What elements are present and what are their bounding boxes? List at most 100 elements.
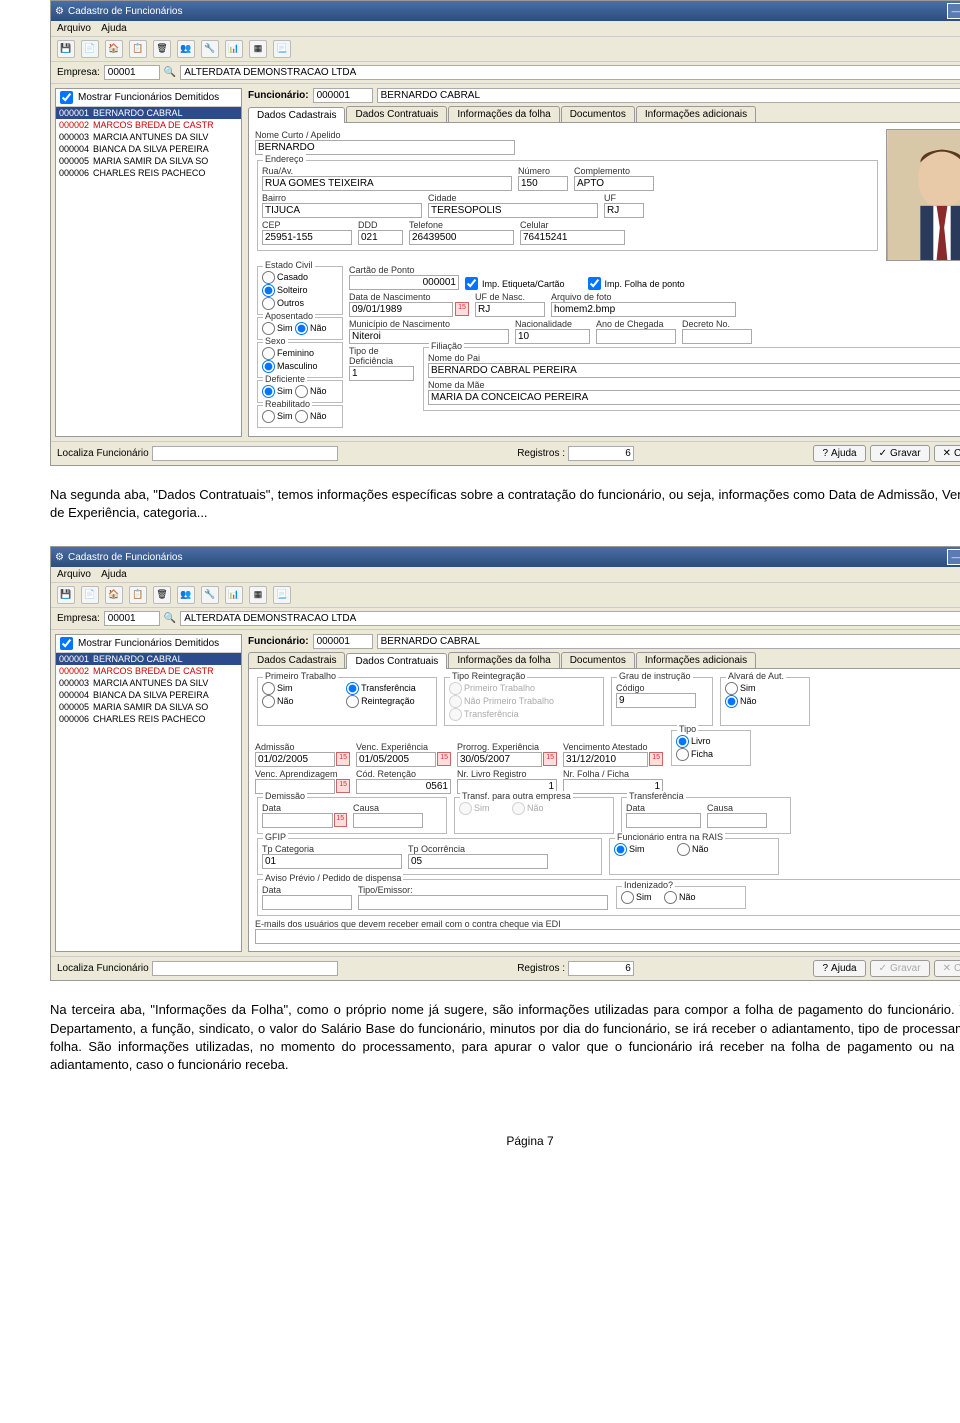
cartao-input[interactable] bbox=[349, 275, 459, 290]
compl-input[interactable] bbox=[574, 176, 654, 191]
empresa-code[interactable] bbox=[104, 611, 160, 626]
tab-cadastrais[interactable]: Dados Cadastrais bbox=[248, 652, 345, 668]
alv-sim-radio[interactable]: Sim bbox=[725, 682, 805, 695]
toolbar-copy-icon[interactable]: 📋 bbox=[129, 40, 147, 58]
apos-sim-radio[interactable]: Sim bbox=[262, 323, 293, 333]
employee-row[interactable]: 000003MARCIA ANTUNES DA SILV bbox=[56, 131, 241, 143]
calendar-icon[interactable]: 15 bbox=[455, 302, 469, 316]
uf-input[interactable] bbox=[604, 203, 644, 218]
employee-row[interactable]: 000002MARCOS BREDA DE CASTR bbox=[56, 665, 241, 677]
dem-data-input[interactable] bbox=[262, 813, 333, 828]
employee-row[interactable]: 000004BIANCA DA SILVA PEREIRA bbox=[56, 689, 241, 701]
tab-folha[interactable]: Informações da folha bbox=[448, 106, 559, 122]
minimize-button[interactable]: — bbox=[947, 3, 960, 19]
toolbar-grid-icon[interactable]: ▦ bbox=[249, 586, 267, 604]
ind-sim-radio[interactable]: Sim bbox=[621, 892, 652, 902]
tab-adicionais[interactable]: Informações adicionais bbox=[636, 106, 756, 122]
toolbar-tool1-icon[interactable]: 🔧 bbox=[201, 586, 219, 604]
mae-input[interactable] bbox=[428, 390, 960, 405]
calendar-icon[interactable]: 15 bbox=[543, 752, 557, 766]
vat-input[interactable] bbox=[563, 752, 648, 767]
prim-transf-radio[interactable]: Transferência bbox=[346, 682, 416, 695]
tpoco-input[interactable] bbox=[408, 854, 548, 869]
email-input[interactable] bbox=[255, 929, 960, 944]
tab-contratuais[interactable]: Dados Contratuais bbox=[346, 653, 447, 669]
toolbar-save-icon[interactable]: 💾 bbox=[57, 586, 75, 604]
rua-input[interactable] bbox=[262, 176, 512, 191]
cel-input[interactable] bbox=[520, 230, 625, 245]
tab-contratuais[interactable]: Dados Contratuais bbox=[346, 106, 447, 122]
toolbar-home-icon[interactable]: 🏠 bbox=[105, 40, 123, 58]
toolbar-copy-icon[interactable]: 📋 bbox=[129, 586, 147, 604]
prim-nao-radio[interactable]: Não bbox=[262, 695, 344, 708]
imp-folha-checkbox[interactable] bbox=[588, 277, 601, 290]
numero-input[interactable] bbox=[518, 176, 568, 191]
gravar-button[interactable]: ✓Gravar bbox=[870, 445, 930, 462]
pai-input[interactable] bbox=[428, 363, 960, 378]
adm-input[interactable] bbox=[255, 752, 335, 767]
cep-input[interactable] bbox=[262, 230, 352, 245]
func-code[interactable] bbox=[313, 88, 373, 103]
fem-radio[interactable]: Feminino bbox=[262, 347, 338, 360]
ano-input[interactable] bbox=[596, 329, 676, 344]
empresa-code[interactable] bbox=[104, 65, 160, 80]
outros-radio[interactable]: Outros bbox=[262, 297, 338, 310]
localiza-input[interactable] bbox=[152, 446, 338, 461]
tel-input[interactable] bbox=[409, 230, 514, 245]
tab-folha[interactable]: Informações da folha bbox=[448, 652, 559, 668]
show-fired-checkbox[interactable] bbox=[60, 91, 73, 104]
employee-row[interactable]: 000004BIANCA DA SILVA PEREIRA bbox=[56, 143, 241, 155]
tipoe-input[interactable] bbox=[358, 895, 608, 910]
employee-row[interactable]: 000003MARCIA ANTUNES DA SILV bbox=[56, 677, 241, 689]
toolbar-tool2-icon[interactable]: 📊 bbox=[225, 40, 243, 58]
menu-file[interactable]: Arquivo bbox=[57, 569, 91, 580]
def-nao-radio[interactable]: Não bbox=[295, 386, 327, 396]
calendar-icon[interactable]: 15 bbox=[334, 813, 347, 827]
rais-nao-radio[interactable]: Não bbox=[677, 844, 709, 854]
casado-radio[interactable]: Casado bbox=[262, 271, 338, 284]
calendar-icon[interactable]: 15 bbox=[437, 752, 451, 766]
reab-sim-radio[interactable]: Sim bbox=[262, 411, 293, 421]
toolbar-home-icon[interactable]: 🏠 bbox=[105, 586, 123, 604]
nac-input[interactable] bbox=[515, 329, 590, 344]
func-name[interactable] bbox=[377, 634, 960, 649]
toolbar-save-icon[interactable]: 💾 bbox=[57, 40, 75, 58]
ind-nao-radio[interactable]: Não bbox=[664, 892, 696, 902]
tab-documentos[interactable]: Documentos bbox=[561, 106, 635, 122]
ddd-input[interactable] bbox=[358, 230, 403, 245]
pexp-input[interactable] bbox=[457, 752, 542, 767]
employee-row[interactable]: 000002MARCOS BREDA DE CASTR bbox=[56, 119, 241, 131]
func-code[interactable] bbox=[313, 634, 373, 649]
vexp-input[interactable] bbox=[356, 752, 436, 767]
calendar-icon[interactable]: 15 bbox=[336, 779, 350, 793]
rais-sim-radio[interactable]: Sim bbox=[614, 844, 645, 854]
ajuda-button[interactable]: ?Ajuda bbox=[813, 445, 865, 462]
toolbar-tool2-icon[interactable]: 📊 bbox=[225, 586, 243, 604]
calendar-icon[interactable]: 15 bbox=[649, 752, 663, 766]
dec-input[interactable] bbox=[682, 329, 752, 344]
tipo-def-input[interactable] bbox=[349, 366, 414, 381]
localiza-input[interactable] bbox=[152, 961, 338, 976]
toolbar-delete-icon[interactable]: 🗑 bbox=[153, 40, 171, 58]
masc-radio[interactable]: Masculino bbox=[262, 360, 338, 373]
menu-help[interactable]: Ajuda bbox=[101, 569, 127, 580]
tpcat-input[interactable] bbox=[262, 854, 402, 869]
employee-row[interactable]: 000001BERNARDO CABRAL bbox=[56, 653, 241, 665]
tipo-livro-radio[interactable]: Livro bbox=[676, 735, 746, 748]
employee-row[interactable]: 000005MARIA SAMIR DA SILVA SO bbox=[56, 155, 241, 167]
toolbar-new-icon[interactable]: 📄 bbox=[81, 586, 99, 604]
def-sim-radio[interactable]: Sim bbox=[262, 386, 293, 396]
employee-row[interactable]: 000006CHARLES REIS PACHECO bbox=[56, 167, 241, 179]
cidade-input[interactable] bbox=[428, 203, 598, 218]
alv-nao-radio[interactable]: Não bbox=[725, 695, 805, 708]
cret-input[interactable] bbox=[356, 779, 451, 794]
nome-curto-input[interactable] bbox=[255, 140, 515, 155]
search-icon[interactable]: 🔍 bbox=[164, 67, 176, 78]
prim-reint-radio[interactable]: Reintegração bbox=[346, 695, 415, 708]
toolbar-doc-icon[interactable]: 📃 bbox=[273, 40, 291, 58]
toolbar-delete-icon[interactable]: 🗑 bbox=[153, 586, 171, 604]
toolbar-doc-icon[interactable]: 📃 bbox=[273, 586, 291, 604]
employee-row[interactable]: 000006CHARLES REIS PACHECO bbox=[56, 713, 241, 725]
grau-cod-input[interactable] bbox=[616, 693, 696, 708]
tab-documentos[interactable]: Documentos bbox=[561, 652, 635, 668]
